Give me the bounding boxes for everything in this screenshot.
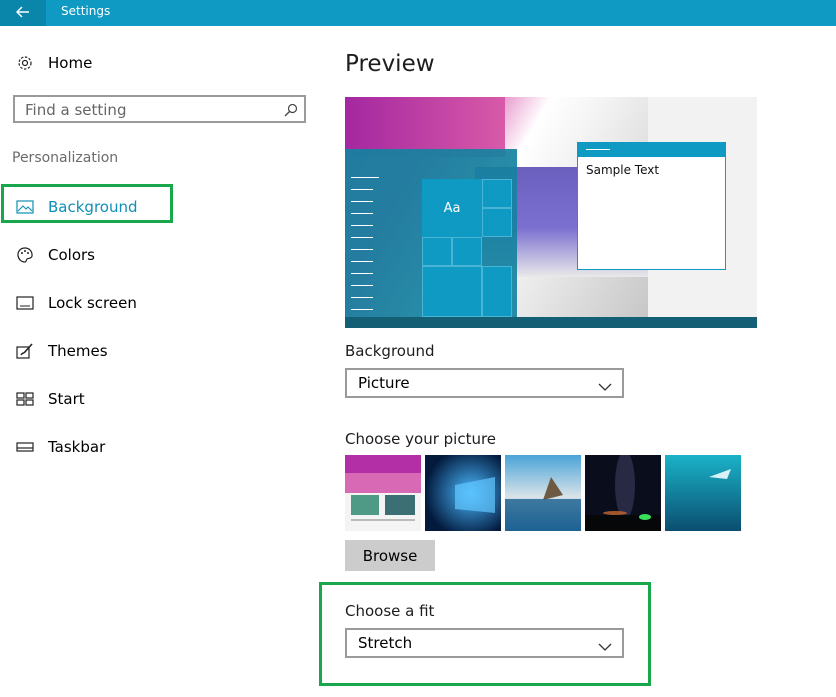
window-title: Settings bbox=[61, 4, 111, 18]
sidebar-item-label: Themes bbox=[48, 342, 108, 360]
background-dropdown[interactable]: Picture bbox=[345, 368, 624, 398]
preview-taskbar bbox=[345, 317, 757, 328]
chevron-down-icon bbox=[598, 377, 612, 396]
sidebar-item-start[interactable]: Start bbox=[0, 379, 300, 419]
sidebar-item-label: Lock screen bbox=[48, 294, 137, 312]
sidebar-item-themes[interactable]: Themes bbox=[0, 331, 300, 371]
preview-sample-text: Sample Text bbox=[586, 163, 660, 177]
chevron-down-icon bbox=[598, 637, 612, 656]
gear-icon bbox=[16, 54, 34, 72]
section-label-personalization: Personalization bbox=[12, 150, 119, 166]
sidebar-item-label: Colors bbox=[48, 246, 95, 264]
title-bar: Settings bbox=[0, 0, 836, 26]
preview-tile-aa: Aa bbox=[422, 179, 482, 237]
background-label: Background bbox=[345, 342, 435, 360]
search-placeholder: Find a setting bbox=[25, 101, 127, 119]
sidebar-item-label: Start bbox=[48, 390, 85, 408]
picture-icon bbox=[16, 198, 34, 216]
fit-dropdown-value: Stretch bbox=[358, 634, 413, 652]
start-tiles-icon bbox=[16, 390, 34, 408]
choose-fit-label: Choose a fit bbox=[345, 602, 435, 620]
fit-dropdown[interactable]: Stretch bbox=[345, 628, 624, 658]
sidebar-item-label: Taskbar bbox=[48, 438, 106, 456]
back-arrow-icon bbox=[15, 4, 30, 22]
sidebar-item-label: Background bbox=[48, 198, 138, 216]
brush-icon bbox=[16, 342, 34, 360]
sidebar-item-home[interactable]: Home bbox=[0, 43, 300, 83]
picture-thumbnail[interactable] bbox=[665, 455, 741, 531]
search-icon[interactable] bbox=[284, 102, 298, 121]
taskbar-icon bbox=[16, 438, 34, 456]
sidebar-item-taskbar[interactable]: Taskbar bbox=[0, 427, 300, 467]
preview-wallpaper-pink bbox=[345, 97, 505, 157]
preview-heading: Preview bbox=[345, 51, 435, 77]
background-dropdown-value: Picture bbox=[358, 374, 410, 392]
picture-thumbnail[interactable] bbox=[505, 455, 581, 531]
search-input[interactable]: Find a setting bbox=[13, 95, 306, 123]
preview-sample-window: Sample Text bbox=[577, 142, 726, 270]
choose-picture-label: Choose your picture bbox=[345, 430, 497, 448]
browse-button[interactable]: Browse bbox=[345, 540, 435, 571]
picture-thumbnail[interactable] bbox=[425, 455, 501, 531]
preview-start-menu: Aa bbox=[345, 149, 517, 317]
palette-icon bbox=[16, 246, 34, 264]
lock-screen-icon bbox=[16, 294, 34, 312]
picture-thumbnail[interactable] bbox=[585, 455, 661, 531]
sidebar-item-lock-screen[interactable]: Lock screen bbox=[0, 283, 300, 323]
back-button[interactable] bbox=[0, 0, 46, 26]
sidebar-item-background[interactable]: Background bbox=[0, 187, 300, 227]
picture-thumbnail[interactable] bbox=[345, 455, 421, 531]
sidebar-item-colors[interactable]: Colors bbox=[0, 235, 300, 275]
sidebar-home-label: Home bbox=[48, 54, 93, 72]
desktop-preview: Aa Sample Text bbox=[345, 97, 757, 328]
